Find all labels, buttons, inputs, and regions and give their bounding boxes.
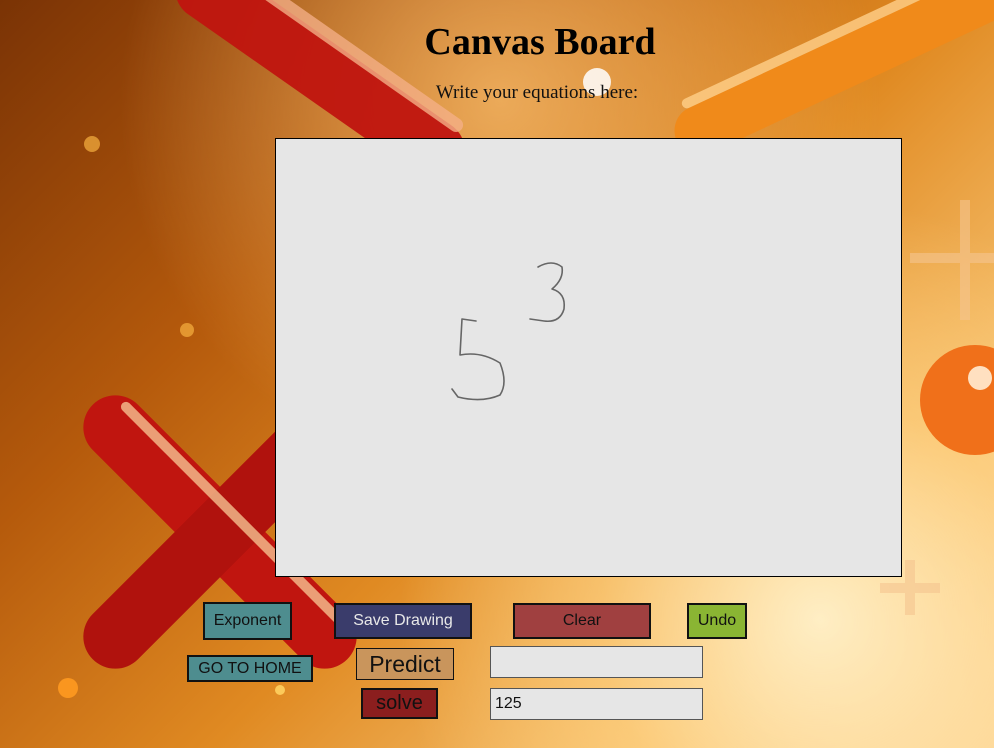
solve-button[interactable]: solve [361,688,438,719]
solve-output-field[interactable] [490,688,703,720]
page-title: Canvas Board [424,21,656,63]
page-subtitle: Write your equations here: [435,82,639,103]
drawing-canvas[interactable] [275,138,902,577]
predict-output-field[interactable] [490,646,703,678]
stroke-digit-3 [529,262,566,323]
predict-button[interactable]: Predict [356,648,454,680]
undo-button[interactable]: Undo [687,603,747,639]
handwritten-strokes [451,262,566,401]
stroke-digit-5 [451,318,505,401]
clear-button[interactable]: Clear [513,603,651,639]
save-drawing-button[interactable]: Save Drawing [334,603,472,639]
exponent-button[interactable]: Exponent [203,602,292,640]
go-to-home-button[interactable]: GO TO HOME [187,655,313,682]
